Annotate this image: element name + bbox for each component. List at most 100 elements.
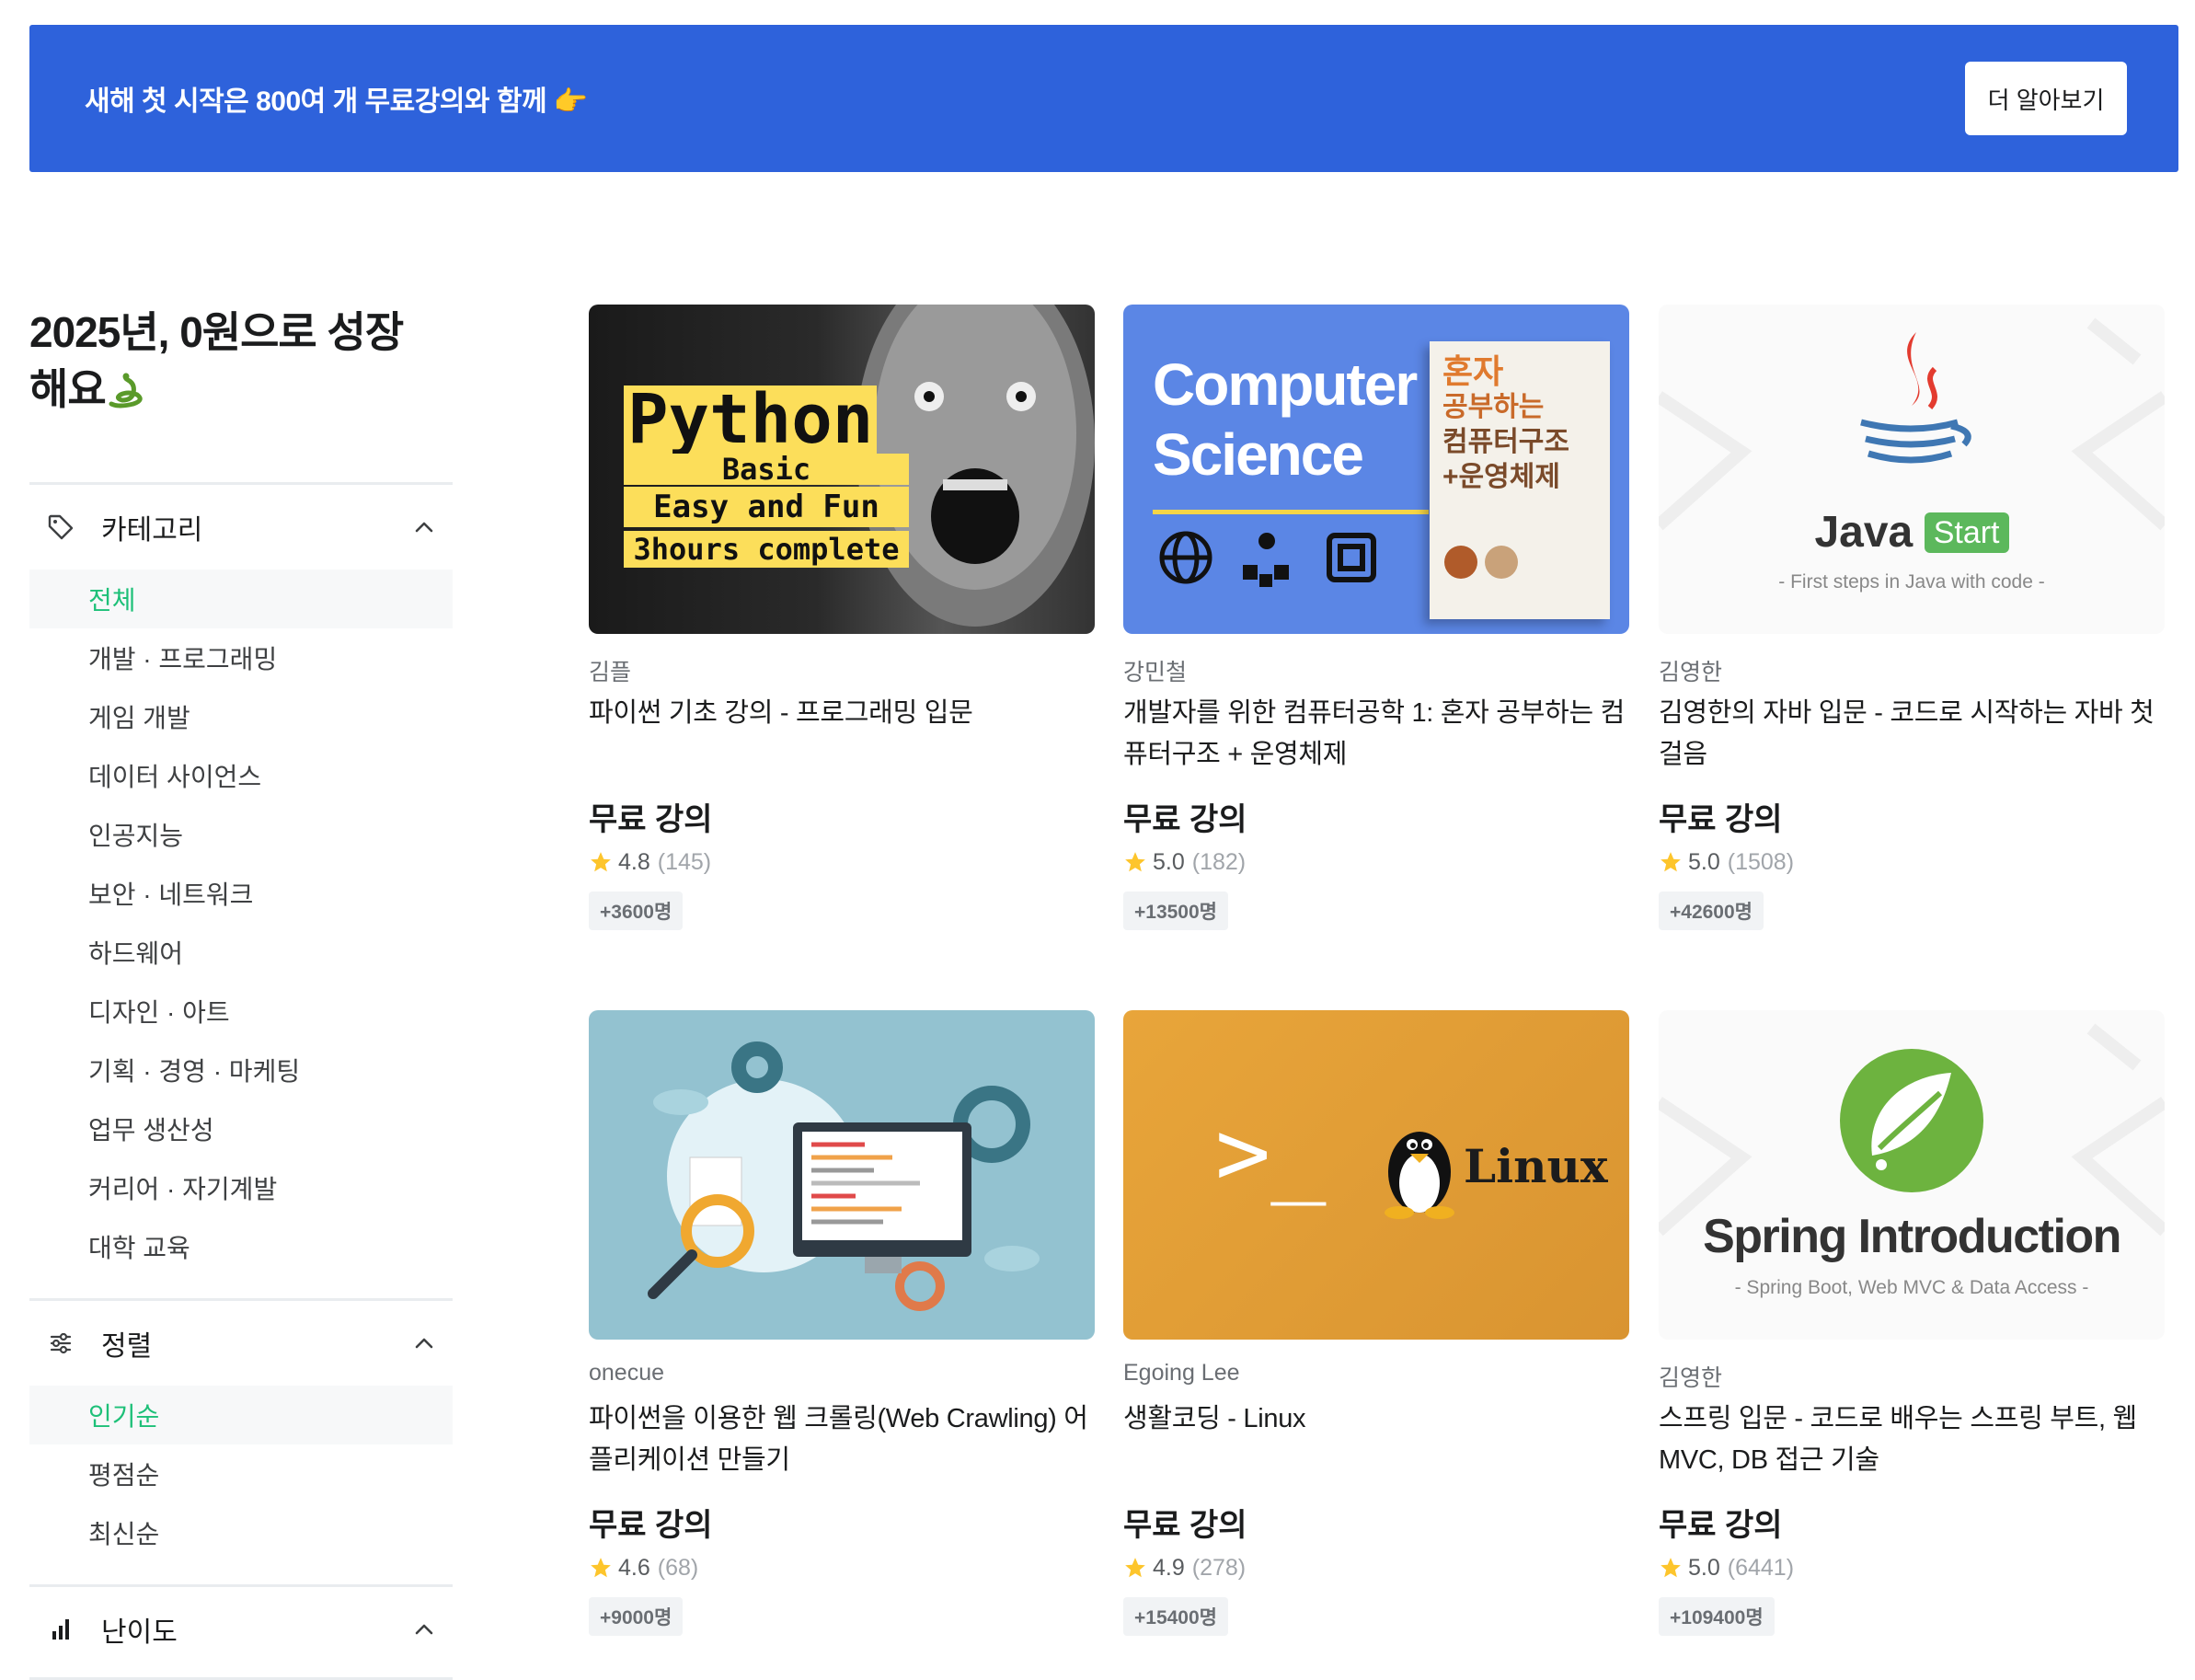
course-title[interactable]: 파이썬 기초 강의 - 프로그래밍 입문: [589, 693, 1095, 776]
course-price: 무료 강의: [1659, 802, 1783, 837]
star-icon: [1661, 1558, 1681, 1578]
chevron-up-icon[interactable]: [412, 1331, 436, 1355]
course-title[interactable]: 김영한의 자바 입문 - 코드로 시작하는 자바 첫걸음: [1659, 693, 2165, 776]
course-thumbnail[interactable]: >_ Linux: [1123, 1010, 1629, 1340]
course-price: 무료 강의: [589, 1508, 713, 1543]
star-icon: [1125, 1558, 1145, 1578]
course-title[interactable]: 개발자를 위한 컴퓨터공학 1: 혼자 공부하는 컴퓨터구조 + 운영체제: [1123, 693, 1629, 776]
banner-text: 새해 첫 시작은 800여 개 무료강의와 함께 👉: [85, 86, 588, 117]
course-title[interactable]: 생활코딩 - Linux: [1123, 1398, 1629, 1481]
sort-item-newest[interactable]: 최신순: [29, 1503, 453, 1562]
course-title[interactable]: 스프링 입문 - 코드로 배우는 스프링 부트, 웹 MVC, DB 접근 기술: [1659, 1398, 2165, 1481]
course-card[interactable]: onecue 파이썬을 이용한 웹 크롤링(Web Crawling) 어플리케…: [589, 1010, 1095, 1636]
category-item-marketing[interactable]: 기획 · 경영 · 마케팅: [29, 1041, 453, 1099]
learn-more-button[interactable]: 더 알아보기: [1965, 62, 2127, 135]
rating-value: 4.6: [618, 1554, 650, 1581]
review-count: (278): [1191, 1554, 1247, 1581]
course-author[interactable]: 김영한: [1659, 1360, 2165, 1391]
review-count: (68): [657, 1554, 699, 1581]
course-thumbnail[interactable]: Computer Science 혼자 공부하는 컴퓨터구조 +운영체제: [1123, 305, 1629, 634]
course-rating: 5.0 (6441): [1659, 1551, 2165, 1584]
course-thumbnail[interactable]: [589, 1010, 1095, 1340]
course-author[interactable]: 김플: [589, 654, 1095, 685]
difficulty-label: 난이도: [101, 1617, 178, 1648]
students-badge: +9000명: [589, 1597, 684, 1636]
students-badge: +15400명: [1123, 1597, 1228, 1636]
course-rating: 4.9 (278): [1123, 1551, 1629, 1584]
course-author[interactable]: 강민철: [1123, 654, 1629, 685]
category-item-career[interactable]: 커리어 · 자기계발: [29, 1158, 453, 1217]
thumb-duration: 3hours complete: [624, 531, 909, 568]
course-rating: 4.6 (68): [589, 1551, 1095, 1584]
rating-value: 4.8: [618, 848, 650, 875]
thumb-title: Java: [1814, 508, 1913, 557]
sort-item-rating[interactable]: 평점순: [29, 1444, 453, 1503]
category-item-hardware[interactable]: 하드웨어: [29, 923, 453, 982]
category-section: 카테고리 전체 개발 · 프로그래밍 게임 개발 데이터 사이언스 인공지능 보…: [29, 482, 453, 1276]
review-count: (1508): [1727, 848, 1795, 875]
category-label: 카테고리: [101, 515, 203, 546]
snake-icon: [109, 373, 143, 408]
difficulty-section: 난이도: [29, 1584, 453, 1680]
chevron-up-icon[interactable]: [412, 1617, 436, 1641]
category-item-security[interactable]: 보안 · 네트워크: [29, 864, 453, 923]
course-price: 무료 강의: [1123, 1508, 1247, 1543]
students-badge: +13500명: [1123, 892, 1228, 930]
category-item-university[interactable]: 대학 교육: [29, 1217, 453, 1276]
course-card[interactable]: Spring Introduction - Spring Boot, Web M…: [1659, 1010, 2165, 1636]
terminal-prompt: >_: [1215, 1099, 1327, 1206]
filter-sidebar: 2025년, 0원으로 성장 해요 카테고리 전체 개발 · 프로그래밍 게임 …: [29, 304, 453, 1680]
rating-value: 5.0: [1153, 848, 1185, 875]
course-price: 무료 강의: [589, 802, 713, 837]
course-rating: 5.0 (182): [1123, 846, 1629, 879]
sort-section: 정렬 인기순 평점순 최신순: [29, 1298, 453, 1562]
promo-banner[interactable]: 새해 첫 시작은 800여 개 무료강의와 함께 👉 더 알아보기: [29, 25, 2178, 172]
category-item-dev[interactable]: 개발 · 프로그래밍: [29, 628, 453, 687]
category-item-all[interactable]: 전체: [29, 570, 453, 628]
category-item-productivity[interactable]: 업무 생산성: [29, 1099, 453, 1158]
category-item-data-science[interactable]: 데이터 사이언스: [29, 746, 453, 805]
category-header[interactable]: 카테고리: [29, 485, 453, 570]
students-badge: +42600명: [1659, 892, 1764, 930]
course-thumbnail[interactable]: Python Basic Easy and Fun 3hours complet…: [589, 305, 1095, 634]
course-thumbnail[interactable]: Java Start - First steps in Java with co…: [1659, 305, 2165, 634]
rating-value: 5.0: [1688, 848, 1720, 875]
thumb-title: Spring Introduction: [1703, 1210, 2121, 1263]
category-item-design[interactable]: 디자인 · 아트: [29, 982, 453, 1041]
tech-icons: [1159, 531, 1376, 587]
tux-icon: [1385, 1132, 1454, 1219]
course-author[interactable]: Egoing Lee: [1123, 1360, 1629, 1391]
course-thumbnail[interactable]: Spring Introduction - Spring Boot, Web M…: [1659, 1010, 2165, 1340]
course-card[interactable]: >_ Linux Egoing Lee 생활코딩 - Linux 무료 강의 4…: [1123, 1010, 1629, 1636]
sort-label: 정렬: [101, 1331, 153, 1362]
sort-item-popular[interactable]: 인기순: [29, 1386, 453, 1444]
book-cover: 혼자 공부하는 컴퓨터구조 +운영체제: [1430, 341, 1610, 619]
course-card[interactable]: Computer Science 혼자 공부하는 컴퓨터구조 +운영체제 강민철…: [1123, 305, 1629, 930]
tag-icon: [46, 512, 75, 542]
star-icon: [591, 852, 611, 872]
star-icon: [1661, 852, 1681, 872]
thumb-subtitle: Basic: [624, 454, 909, 485]
star-icon: [1125, 852, 1145, 872]
sort-header[interactable]: 정렬: [29, 1301, 453, 1386]
course-author[interactable]: onecue: [589, 1360, 1095, 1391]
difficulty-header[interactable]: 난이도: [29, 1587, 453, 1672]
category-item-ai[interactable]: 인공지능: [29, 805, 453, 864]
course-title[interactable]: 파이썬을 이용한 웹 크롤링(Web Crawling) 어플리케이션 만들기: [589, 1398, 1095, 1481]
course-rating: 5.0 (1508): [1659, 846, 2165, 879]
page-title: 2025년, 0원으로 성장 해요: [29, 308, 404, 413]
sliders-icon: [46, 1329, 75, 1358]
thumb-subtitle: - Spring Boot, Web MVC & Data Access -: [1734, 1277, 2089, 1298]
category-item-game[interactable]: 게임 개발: [29, 687, 453, 746]
thumb-title-2: Science: [1153, 421, 1364, 488]
thumb-title: Linux: [1464, 1139, 1608, 1193]
course-card[interactable]: Python Basic Easy and Fun 3hours complet…: [589, 305, 1095, 930]
course-price: 무료 강의: [1123, 802, 1247, 837]
thumb-start-label: Start: [1924, 512, 2009, 553]
course-card[interactable]: Java Start - First steps in Java with co…: [1659, 305, 2165, 930]
chevron-up-icon[interactable]: [412, 515, 436, 539]
thumb-subtitle: - First steps in Java with code -: [1778, 571, 2045, 593]
web-crawling-illustration: [648, 1041, 1040, 1311]
thumb-title: Python: [624, 385, 878, 454]
course-author[interactable]: 김영한: [1659, 654, 2165, 685]
